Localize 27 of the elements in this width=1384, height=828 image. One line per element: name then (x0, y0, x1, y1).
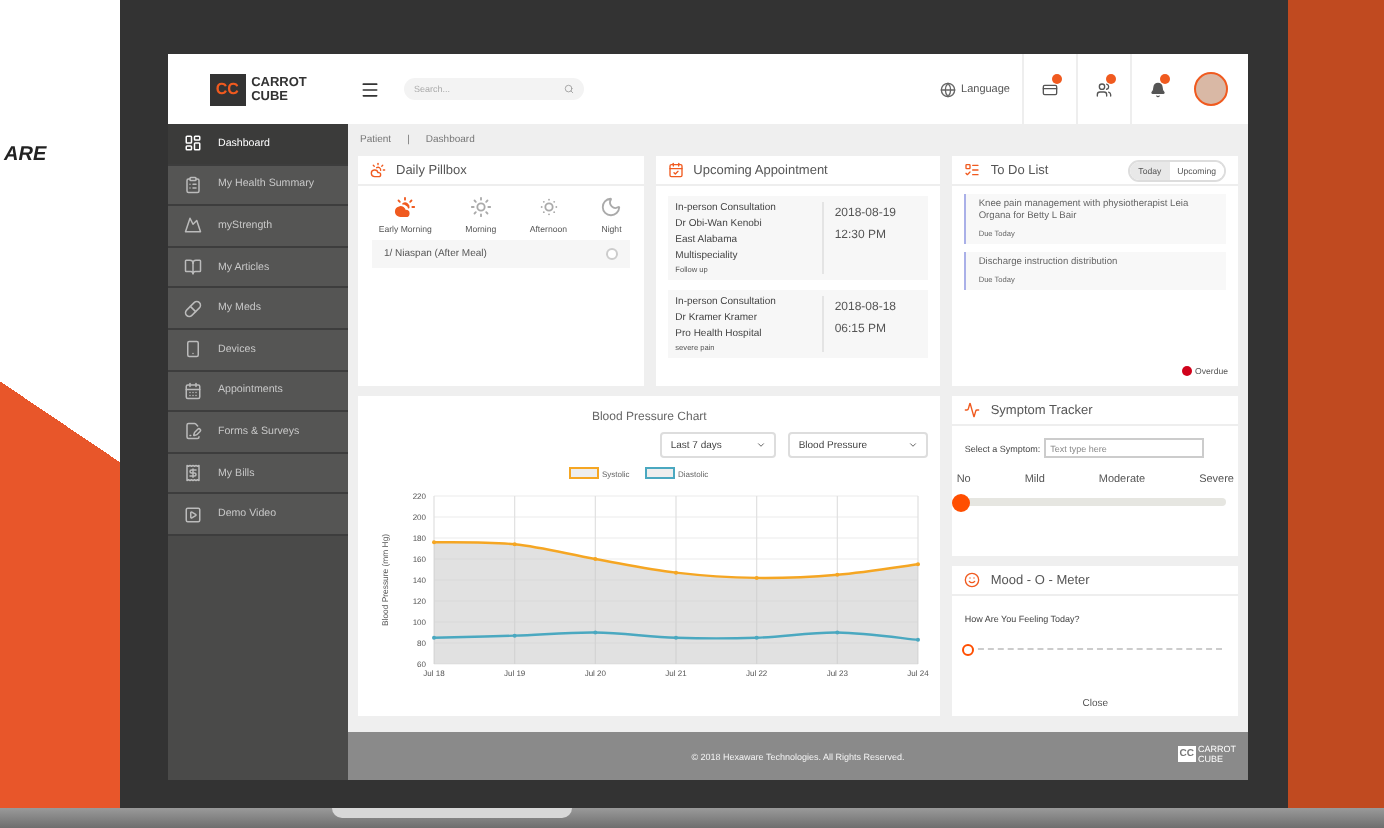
play-icon (184, 505, 202, 524)
receipt-icon (184, 464, 202, 483)
list-icon (964, 162, 981, 178)
dashboard-icon (184, 134, 202, 153)
pulse-icon (964, 402, 981, 418)
calendar-icon (667, 162, 684, 178)
globe-icon (939, 81, 956, 97)
avatar[interactable] (1194, 72, 1228, 106)
slider-thumb[interactable] (952, 493, 971, 511)
mountain-icon (184, 216, 202, 235)
phone-icon (184, 340, 202, 359)
sun-cloud-icon (394, 196, 417, 218)
search-icon (564, 84, 574, 94)
caret-icon (908, 440, 919, 450)
caret-icon (756, 440, 767, 450)
taken-radio[interactable] (605, 248, 618, 260)
moon-icon (600, 196, 623, 218)
calendar-icon (184, 381, 202, 400)
menu-icon[interactable] (360, 79, 380, 99)
clipboard-icon (184, 175, 202, 194)
logo-mark: CC (209, 73, 246, 105)
sun-icon (469, 196, 492, 218)
form-icon (184, 422, 202, 441)
smiley-icon (964, 572, 981, 588)
slider-thumb[interactable] (962, 643, 975, 655)
backdrop-text: ARE (4, 144, 47, 166)
book-icon (184, 258, 202, 277)
